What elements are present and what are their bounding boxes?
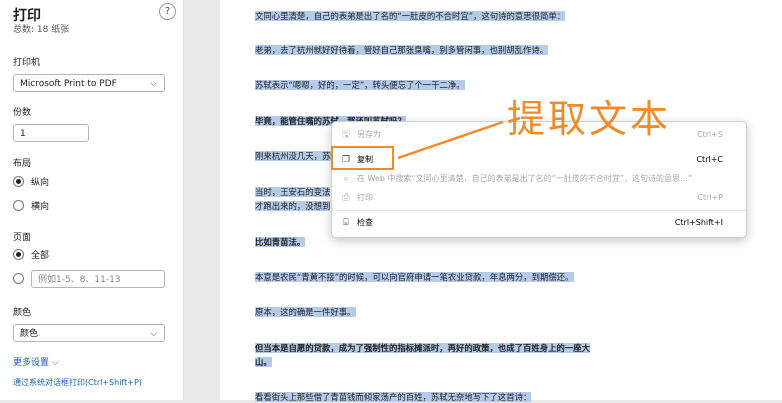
- annotation-arrow: [397, 120, 504, 160]
- pages-custom-radio[interactable]: [13, 273, 24, 284]
- layout-portrait-label: 纵向: [31, 178, 50, 188]
- inspect-icon: ⌸: [343, 218, 349, 228]
- paragraph: 比如青苗法。: [255, 237, 306, 247]
- chevron-down-icon: ⌵: [150, 329, 157, 339]
- paragraph: 原本，这的确是一件好事。: [255, 307, 356, 317]
- pages-all-radio[interactable]: [13, 249, 24, 260]
- system-dialog-link[interactable]: 通过系统对话框打印(Ctrl+Shift+P): [13, 377, 142, 388]
- layout-portrait-radio[interactable]: [13, 176, 24, 187]
- chevron-down-icon: ⌵: [150, 79, 157, 89]
- layout-landscape-label: 横向: [31, 202, 50, 212]
- annotation-text: 提取文本: [507, 97, 672, 141]
- printer-select[interactable]: Microsoft Print to PDF ⌵: [13, 74, 165, 92]
- paragraph: 本意是农民“青黄不接”的时候，可以向官府申请一笔农业贷款，年息两分，到期偿还。: [255, 272, 574, 282]
- menu-item-print[interactable]: ⎙ 打印 Ctrl+P: [332, 187, 746, 209]
- color-select[interactable]: 颜色 ⌵: [13, 324, 165, 342]
- paragraph: 看看街头上那些借了青苗钱而倾家荡产的百姓，苏轼无奈地写下了这首诗：: [255, 392, 532, 402]
- copy-highlight-box: [331, 146, 394, 170]
- paragraph: 山。: [255, 357, 272, 367]
- more-settings-link[interactable]: 更多设置 ⌵: [13, 355, 59, 368]
- pages-label: 页面: [13, 233, 32, 243]
- color-value: 颜色: [20, 329, 39, 339]
- copies-label: 份数: [13, 108, 32, 118]
- save-as-icon: 🖫: [342, 130, 350, 140]
- printer-value: Microsoft Print to PDF: [20, 79, 117, 89]
- paragraph: 苏轼表示“嗯嗯，好的，一定”，转头便忘了个一干二净。: [255, 80, 465, 90]
- pages-range-input[interactable]: 例如1-5、8、11-13: [31, 270, 165, 288]
- layout-landscape-radio[interactable]: [13, 200, 24, 211]
- paragraph: 刚来杭州没几天，苏轼: [255, 151, 339, 161]
- layout-label: 布局: [13, 159, 32, 169]
- paragraph: 老弟，去了杭州就好好待着，管好自己那张臭嘴，别多管闲事，也别胡乱作诗。: [255, 45, 549, 55]
- menu-item-inspect[interactable]: ⌸ 检查 Ctrl+Shift+I: [332, 212, 746, 234]
- print-icon: ⎙: [342, 193, 350, 203]
- paragraph: 当时，王安石的变法: [255, 187, 331, 197]
- pages-all-label: 全部: [31, 251, 50, 261]
- paragraph: 但当本是自愿的贷款，成为了强制性的指标摊派时，再好的政策，也成了百姓身上的一座大: [255, 343, 590, 353]
- print-panel: 打印 总数: 18 纸张 ? 打印机 Microsoft Print to PD…: [0, 0, 184, 400]
- paragraph: 文同心里清楚，自己的表弟是出了名的“一肚皮的不合时宜”，这句诗的意思很简单：: [255, 11, 566, 21]
- copies-input[interactable]: 1: [13, 124, 89, 142]
- menu-divider: [332, 210, 746, 211]
- printer-label: 打印机: [13, 58, 41, 68]
- color-label: 颜色: [13, 308, 32, 318]
- paragraph: 才跑出来的，没想到: [255, 201, 331, 211]
- sheet-count: 总数: 18 纸张: [13, 25, 70, 35]
- help-icon[interactable]: ?: [159, 3, 176, 20]
